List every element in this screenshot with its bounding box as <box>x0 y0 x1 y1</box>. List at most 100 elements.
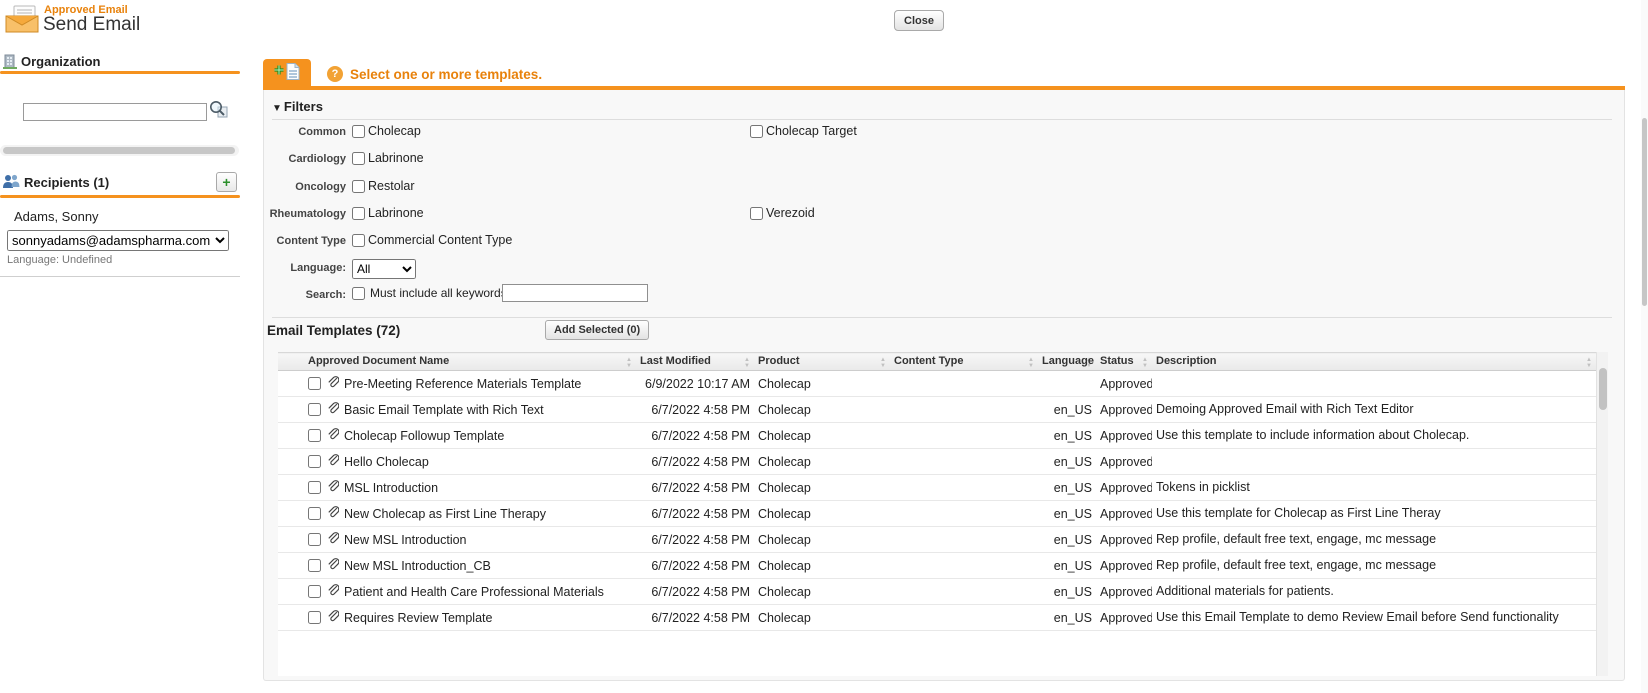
document-name[interactable]: Patient and Health Care Professional Mat… <box>344 585 604 599</box>
document-name[interactable]: MSL Introduction <box>344 481 438 495</box>
column-header[interactable]: ▲▼Approved Document Name <box>304 353 636 371</box>
filter-checkbox[interactable] <box>352 125 365 138</box>
row-select-cell <box>278 423 304 449</box>
status-cell: Approved <box>1096 423 1152 449</box>
column-header[interactable]: ▲▼Content Type <box>890 353 1038 371</box>
filter-checkbox[interactable] <box>352 207 365 220</box>
row-checkbox[interactable] <box>308 611 321 624</box>
table-scrollbar-thumb[interactable] <box>1599 368 1607 410</box>
filter-checkbox[interactable] <box>352 152 365 165</box>
filter-checkbox[interactable] <box>352 234 365 247</box>
document-name[interactable]: New MSL Introduction <box>344 533 467 547</box>
document-name[interactable]: Requires Review Template <box>344 611 492 625</box>
lookup-search-icon[interactable] <box>209 100 228 123</box>
product-cell: Cholecap <box>754 579 890 605</box>
last-modified-cell: 6/7/2022 4:58 PM <box>636 605 754 631</box>
filter-option: Verezoid <box>750 206 815 220</box>
window-scrollbar-thumb[interactable] <box>1642 118 1647 306</box>
sort-icon[interactable]: ▲▼ <box>1586 357 1592 369</box>
last-modified-cell: 6/7/2022 4:58 PM <box>636 423 754 449</box>
row-select-cell <box>278 527 304 553</box>
keyword-search-input[interactable] <box>502 284 648 302</box>
product-cell: Cholecap <box>754 501 890 527</box>
description-cell: Use this template for Cholecap as First … <box>1152 501 1596 527</box>
sidebar-bottom-divider <box>0 276 240 277</box>
recipient-name: Adams, Sonny <box>14 209 99 224</box>
document-name[interactable]: New MSL Introduction_CB <box>344 559 491 573</box>
content-type-cell <box>890 475 1038 501</box>
product-cell: Cholecap <box>754 527 890 553</box>
add-document-icon <box>272 62 302 86</box>
content-type-cell <box>890 501 1038 527</box>
last-modified-cell: 6/7/2022 4:58 PM <box>636 397 754 423</box>
column-header[interactable]: ▲▼Last Modified <box>636 353 754 371</box>
table-row: New MSL Introduction6/7/2022 4:58 PMChol… <box>278 527 1596 553</box>
language-cell: en_US <box>1038 449 1096 475</box>
document-name-cell: Hello Cholecap <box>304 449 636 475</box>
status-cell: Approved <box>1096 553 1152 579</box>
sort-icon[interactable]: ▲▼ <box>1028 357 1034 369</box>
sort-icon[interactable]: ▲▼ <box>880 357 886 369</box>
filter-option: Commercial Content Type <box>352 233 512 247</box>
row-checkbox[interactable] <box>308 559 321 572</box>
status-cell: Approved <box>1096 449 1152 475</box>
row-checkbox[interactable] <box>308 429 321 442</box>
organization-search-input[interactable] <box>23 103 207 121</box>
document-name[interactable]: Basic Email Template with Rich Text <box>344 403 544 417</box>
row-checkbox[interactable] <box>308 377 321 390</box>
row-select-cell <box>278 501 304 527</box>
filters-section-toggle[interactable]: ▼Filters <box>272 99 323 114</box>
document-name[interactable]: Hello Cholecap <box>344 455 429 469</box>
sort-icon[interactable]: ▲▼ <box>744 357 750 369</box>
tab-add-template[interactable] <box>263 59 311 88</box>
filter-checkbox[interactable] <box>352 180 365 193</box>
content-type-cell <box>890 605 1038 631</box>
search-filter-label: Search: <box>264 289 346 301</box>
sort-icon[interactable]: ▲▼ <box>626 357 632 369</box>
filter-option: Labrinone <box>352 151 424 165</box>
close-button[interactable]: Close <box>894 10 944 31</box>
row-checkbox[interactable] <box>308 585 321 598</box>
filter-checkbox[interactable] <box>750 125 763 138</box>
document-name-cell: Basic Email Template with Rich Text <box>304 397 636 423</box>
recipient-email-select[interactable]: sonnyadams@adamspharma.com <box>7 230 229 251</box>
row-checkbox[interactable] <box>308 455 321 468</box>
language-cell: en_US <box>1038 501 1096 527</box>
sort-icon[interactable]: ▲▼ <box>1086 357 1092 369</box>
description-cell: Rep profile, default free text, engage, … <box>1152 527 1596 553</box>
column-header[interactable]: ▲▼Product <box>754 353 890 371</box>
filter-label: Oncology <box>264 181 346 193</box>
document-name[interactable]: Cholecap Followup Template <box>344 429 504 443</box>
sort-icon[interactable]: ▲▼ <box>1142 357 1148 369</box>
table-row: MSL Introduction6/7/2022 4:58 PMCholecap… <box>278 475 1596 501</box>
window-scrollbar[interactable] <box>1641 0 1648 693</box>
add-selected-button[interactable]: Add Selected (0) <box>545 320 649 340</box>
send-email-screen: Approved Email Send Email Close Organiza… <box>0 0 1648 693</box>
column-header[interactable]: ▲▼Status <box>1096 353 1152 371</box>
filter-option-label: Labrinone <box>368 206 424 220</box>
sidebar-horizontal-scrollbar-thumb[interactable] <box>3 147 235 154</box>
templates-table-wrap: ▲▼Approved Document Name▲▼Last Modified▲… <box>278 352 1608 676</box>
add-recipient-button[interactable]: + <box>216 172 237 192</box>
approved-email-icon <box>5 5 40 38</box>
must-include-all-keywords-checkbox[interactable] <box>352 287 365 300</box>
row-checkbox[interactable] <box>308 403 321 416</box>
table-vertical-scrollbar[interactable] <box>1596 352 1608 676</box>
document-name[interactable]: New Cholecap as First Line Therapy <box>344 507 546 521</box>
status-cell: Approved <box>1096 527 1152 553</box>
row-select-cell <box>278 553 304 579</box>
row-checkbox[interactable] <box>308 507 321 520</box>
row-checkbox[interactable] <box>308 533 321 546</box>
filter-label: Content Type <box>264 235 346 247</box>
content-type-cell <box>890 397 1038 423</box>
warning-message: ? Select one or more templates. <box>327 66 542 82</box>
attachment-icon <box>326 505 339 523</box>
document-name-cell: Cholecap Followup Template <box>304 423 636 449</box>
document-name[interactable]: Pre-Meeting Reference Materials Template <box>344 377 581 391</box>
column-header[interactable]: ▲▼Language <box>1038 353 1096 371</box>
document-name-cell: New MSL Introduction <box>304 527 636 553</box>
row-checkbox[interactable] <box>308 481 321 494</box>
filter-checkbox[interactable] <box>750 207 763 220</box>
language-filter-select[interactable]: All <box>352 259 416 279</box>
column-header[interactable]: ▲▼Description <box>1152 353 1596 371</box>
